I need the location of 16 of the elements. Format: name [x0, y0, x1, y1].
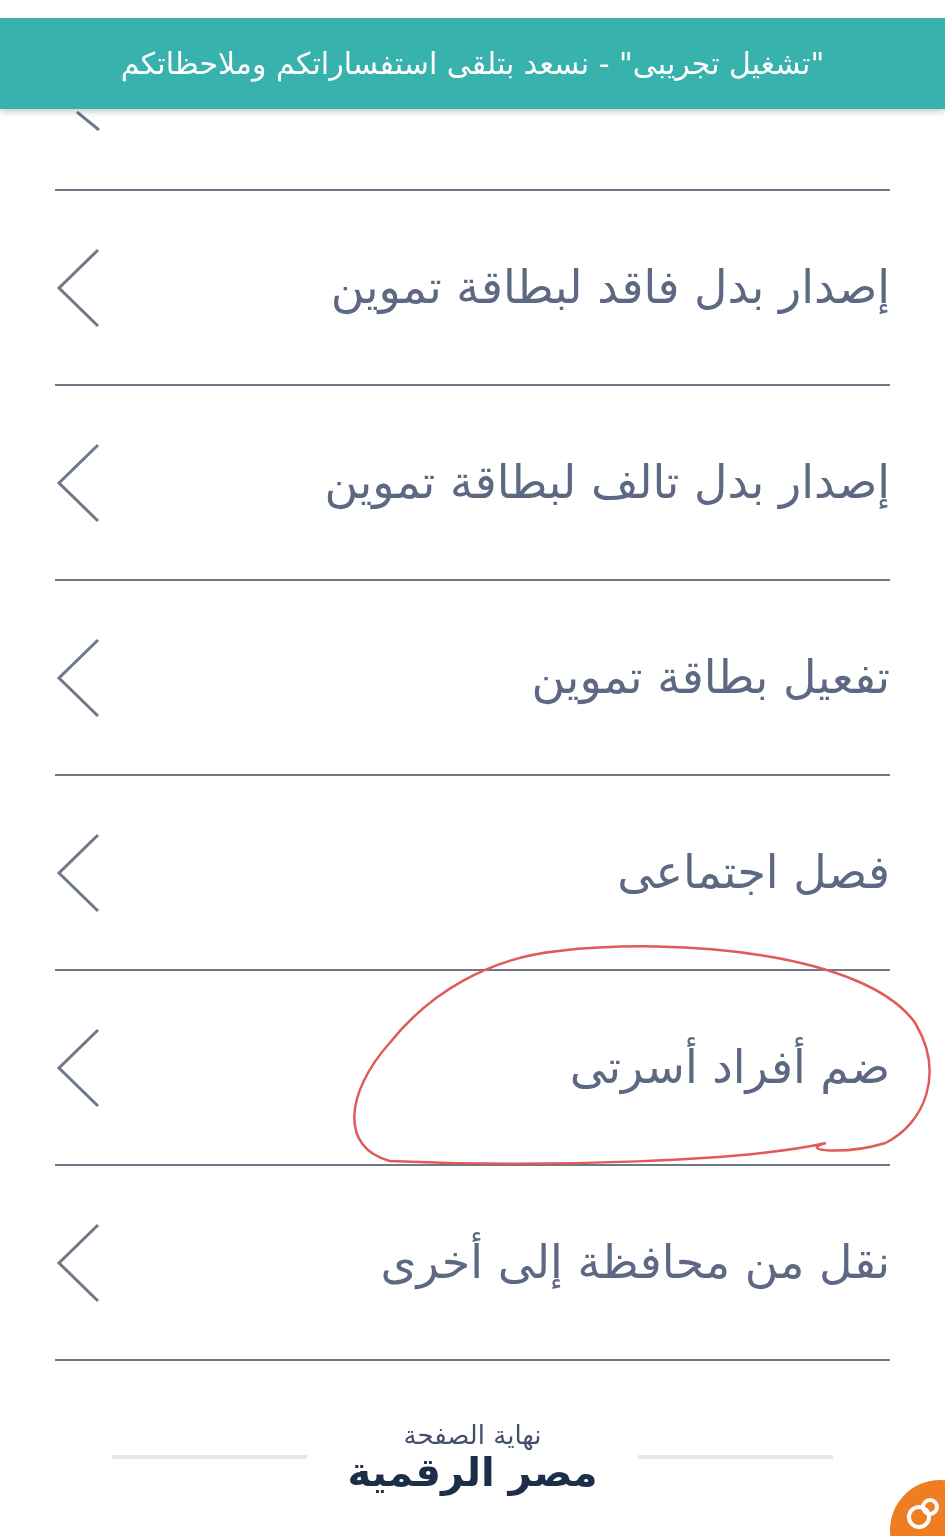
chevron-left-icon — [55, 832, 101, 913]
chevron-left-icon — [75, 111, 101, 131]
menu-item[interactable]: إصدار بدل تالف لبطاقة تموين — [55, 386, 890, 581]
menu-item[interactable]: ضم أفراد أسرتى — [55, 971, 890, 1166]
banner-text: "تشغيل تجريبى" - نسعد بتلقى استفساراتكم وملاحظاتكم — [120, 45, 825, 84]
logo: مصر الرقمية — [347, 1449, 598, 1494]
menu-item[interactable]: تفعيل بطاقة تموين — [55, 581, 890, 776]
footer-caption: نهاية الصفحة — [403, 1421, 542, 1450]
menu-item[interactable]: فصل اجتماعى — [55, 776, 890, 971]
chevron-left-icon — [55, 247, 101, 328]
chevron-left-icon — [55, 637, 101, 718]
menu-item[interactable]: نقل من محافظة إلى أخرى — [55, 1166, 890, 1361]
menu-item[interactable]: إصدار بدل فاقد لبطاقة تموين — [55, 191, 890, 386]
chevron-left-icon — [55, 442, 101, 523]
chevron-left-icon — [55, 1222, 101, 1303]
chevron-left-icon — [55, 1027, 101, 1108]
